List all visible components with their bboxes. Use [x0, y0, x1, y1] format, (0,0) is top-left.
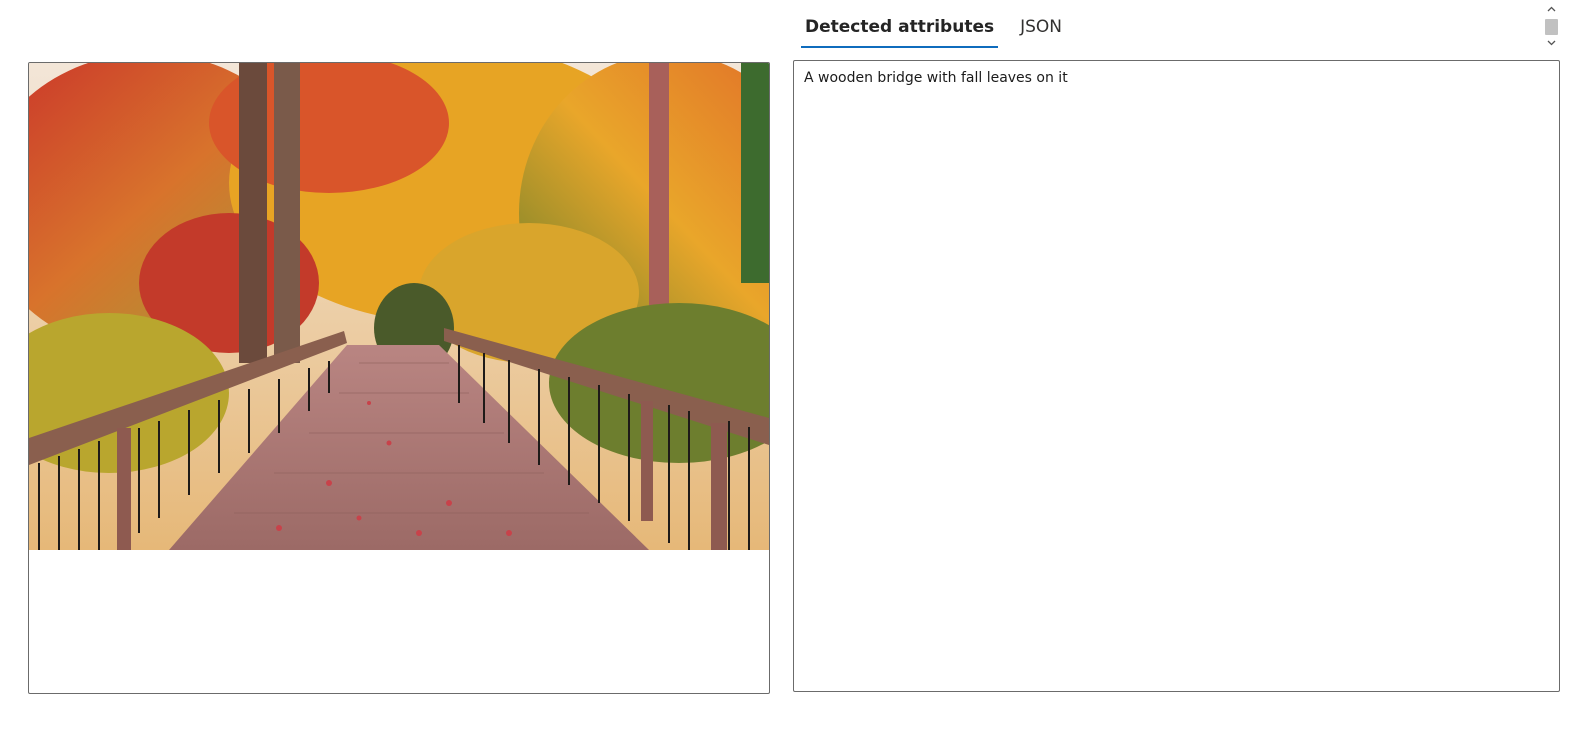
tab-json[interactable]: JSON	[1016, 8, 1066, 46]
chevron-down-icon[interactable]	[1543, 38, 1560, 50]
scrollbar[interactable]	[1543, 4, 1560, 50]
autumn-bridge-photo	[29, 63, 769, 550]
results-panel: A wooden bridge with fall leaves on it	[793, 60, 1560, 692]
result-tabs: Detected attributes JSON	[801, 8, 1084, 48]
tab-detected-attributes[interactable]: Detected attributes	[801, 8, 999, 48]
caption-text: A wooden bridge with fall leaves on it	[804, 70, 1068, 86]
chevron-up-icon[interactable]	[1543, 4, 1560, 16]
scroll-thumb[interactable]	[1545, 19, 1558, 35]
image-panel	[28, 62, 770, 694]
